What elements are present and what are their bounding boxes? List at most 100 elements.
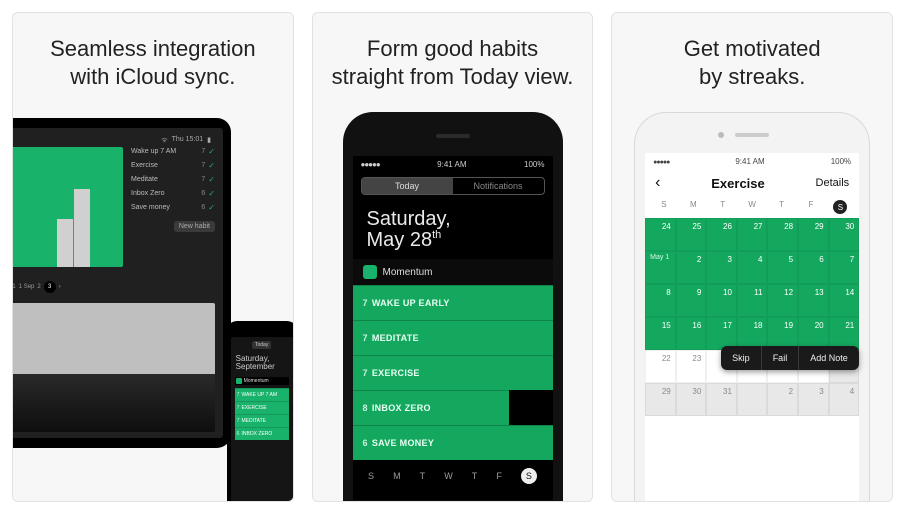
segmented-control[interactable]: Today Notifications	[361, 177, 545, 195]
calendar-cell[interactable]: 14	[829, 284, 860, 317]
ipad-device: ᯤ Thu 15:01 ▮ Wake up 7 AM7✓ Exercise7✓ …	[12, 118, 231, 448]
calendar-cell[interactable]: 29	[798, 218, 829, 251]
add-note-button[interactable]: Add Note	[798, 346, 859, 370]
chevron-right-icon[interactable]: ›	[59, 284, 61, 290]
habit-widget-item[interactable]: 8INBOX ZERO	[353, 390, 553, 425]
calendar-cell[interactable]: 2	[767, 383, 798, 416]
calendar-cell[interactable]: 3	[706, 251, 737, 284]
selected-date: 3	[44, 281, 56, 293]
calendar-cell[interactable]: 10	[706, 284, 737, 317]
habit-widget-item[interactable]: 7MEDITATE	[235, 414, 289, 427]
iphone-device-white: 9:41 AM 100% ‹ Exercise Details SMTWTF S…	[634, 112, 870, 502]
weekday-header: SMTWTF S	[645, 196, 859, 218]
habit-widget-item[interactable]: 7WAKE UP EARLY	[353, 285, 553, 320]
calendar[interactable]: May 1 24252627282930 234567 891011121314…	[645, 218, 859, 502]
calendar-cell[interactable]: 11	[737, 284, 768, 317]
current-day-marker: S	[521, 468, 537, 484]
calendar-cell[interactable]: 31	[706, 383, 737, 416]
tab-today[interactable]: Today	[362, 178, 453, 194]
status-time: 9:41 AM	[735, 157, 764, 166]
battery-icon: ▮	[207, 136, 211, 145]
calendar-cell[interactable]: 28	[767, 218, 798, 251]
streak-bar-chart	[12, 147, 123, 267]
status-bar: 9:41 AM 100%	[353, 156, 553, 173]
habit-widget-item[interactable]: 7EXERCISE	[235, 401, 289, 414]
headline-line1: Get motivated	[684, 36, 821, 61]
iphone-device-small: Today Saturday,September Momentum 7WAKE …	[227, 321, 294, 502]
month-label: May 1	[650, 254, 669, 261]
app-icon	[363, 265, 377, 279]
status-time: 9:41 AM	[437, 160, 466, 169]
iphone-device-black: 9:41 AM 100% Today Notifications Saturda…	[343, 112, 563, 502]
headline: Seamless integration with iCloud sync.	[13, 13, 293, 106]
habit-row[interactable]: Save money6✓	[131, 203, 215, 212]
nav-bar: ‹ Exercise Details	[645, 170, 859, 196]
calendar-cell[interactable]: 15	[645, 317, 676, 350]
calendar-cell[interactable]: 22	[645, 350, 676, 383]
app-icon	[236, 378, 242, 384]
signal-icon	[653, 157, 669, 166]
details-button[interactable]: Details	[816, 177, 850, 189]
showcase-card-today: Form good habits straight from Today vie…	[312, 12, 594, 502]
check-icon: ✓	[208, 189, 215, 198]
check-icon: ✓	[208, 147, 215, 156]
calendar-cell[interactable]: 23	[676, 350, 707, 383]
calendar-cell[interactable]: 2	[676, 251, 707, 284]
habit-widget-item[interactable]: 7WAKE UP 7 AM	[235, 388, 289, 401]
headline-line2: with iCloud sync.	[70, 64, 235, 89]
today-tab[interactable]: Today	[252, 341, 271, 349]
calendar-cell[interactable]: 3	[798, 383, 829, 416]
calendar-cell[interactable]: 12	[767, 284, 798, 317]
background-photo	[12, 303, 215, 433]
habit-widget-item[interactable]: 6SAVE MONEY	[353, 425, 553, 460]
calendar-cell[interactable]: 4	[829, 383, 860, 416]
calendar-cell[interactable]: 13	[798, 284, 829, 317]
current-weekday: S	[833, 200, 847, 214]
date-scrubber[interactable]: 31 1 Sep 2 3 ›	[12, 277, 215, 297]
check-icon: ✓	[208, 161, 215, 170]
battery-label: 100%	[831, 157, 851, 166]
habit-row[interactable]: Exercise7✓	[131, 161, 215, 170]
calendar-cell[interactable]: 7	[829, 251, 860, 284]
headline: Get motivated by streaks.	[612, 13, 892, 106]
status-bar: 9:41 AM 100%	[645, 153, 859, 170]
habit-list: Wake up 7 AM7✓ Exercise7✓ Meditate7✓ Inb…	[131, 147, 215, 277]
habit-widget-item[interactable]: 7MEDITATE	[353, 320, 553, 355]
skip-button[interactable]: Skip	[721, 346, 761, 370]
wifi-icon: ᯤ	[161, 136, 167, 145]
showcase-card-icloud: Seamless integration with iCloud sync. ᯤ…	[12, 12, 294, 502]
showcase-card-streaks: Get motivated by streaks. 9:41 AM 100% ‹…	[611, 12, 893, 502]
calendar-cell[interactable]: 6	[798, 251, 829, 284]
calendar-cell[interactable]	[737, 383, 768, 416]
fail-button[interactable]: Fail	[761, 346, 799, 370]
calendar-cell[interactable]: 29	[645, 383, 676, 416]
page-title: Exercise	[711, 176, 765, 191]
week-footer: SMTWTF S	[353, 460, 553, 488]
tab-notifications[interactable]: Notifications	[453, 178, 544, 194]
calendar-cell[interactable]: 9	[676, 284, 707, 317]
headline-line1: Form good habits	[367, 36, 538, 61]
back-button[interactable]: ‹	[655, 174, 660, 192]
habit-row[interactable]: Wake up 7 AM7✓	[131, 147, 215, 156]
calendar-cell[interactable]: 25	[676, 218, 707, 251]
habit-row[interactable]: Inbox Zero6✓	[131, 189, 215, 198]
calendar-cell[interactable]: 8	[645, 284, 676, 317]
habit-row[interactable]: Meditate7✓	[131, 175, 215, 184]
headline-line1: Seamless integration	[50, 36, 255, 61]
calendar-cell[interactable]: 30	[829, 218, 860, 251]
calendar-cell[interactable]: 4	[737, 251, 768, 284]
status-time: Thu 15:01	[172, 136, 204, 145]
calendar-cell[interactable]: 24	[645, 218, 676, 251]
habit-widget-item[interactable]: 7EXERCISE	[353, 355, 553, 390]
calendar-cell[interactable]: 5	[767, 251, 798, 284]
widget-app-header: Momentum	[353, 259, 553, 285]
battery-label: 100%	[524, 160, 544, 169]
check-icon: ✓	[208, 175, 215, 184]
calendar-cell[interactable]: 27	[737, 218, 768, 251]
headline: Form good habits straight from Today vie…	[313, 13, 593, 106]
calendar-cell[interactable]: 16	[676, 317, 707, 350]
new-habit-button[interactable]: New habit	[174, 221, 215, 232]
calendar-cell[interactable]: 30	[676, 383, 707, 416]
calendar-cell[interactable]: 26	[706, 218, 737, 251]
habit-widget-item[interactable]: 6INBOX ZERO	[235, 427, 289, 440]
